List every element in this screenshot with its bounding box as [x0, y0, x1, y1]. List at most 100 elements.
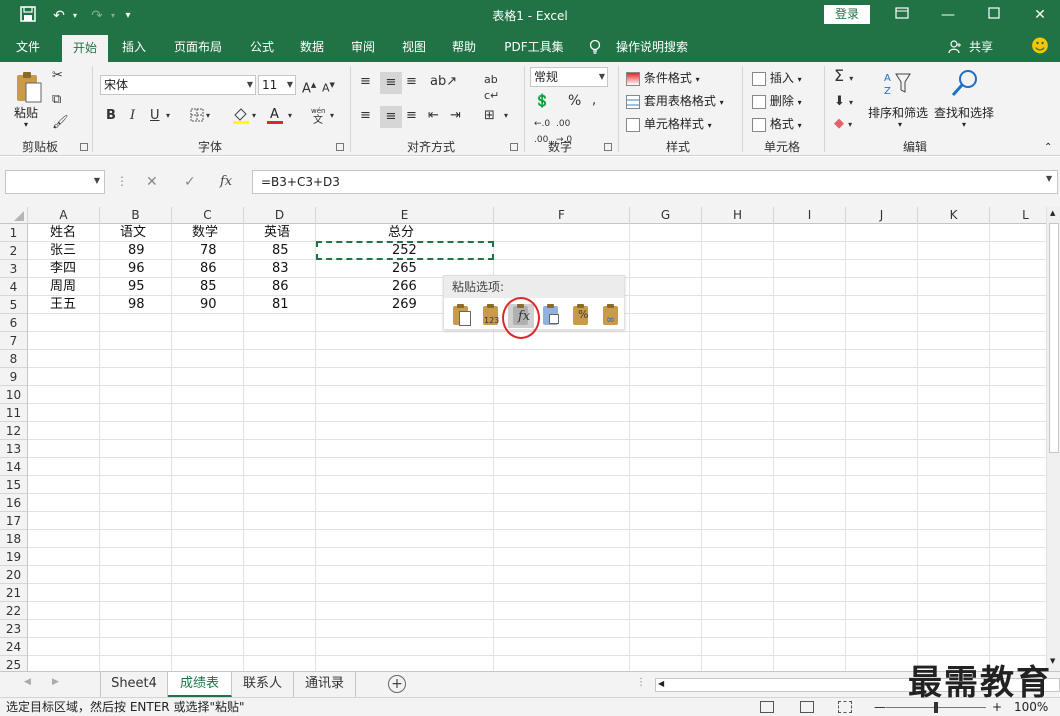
row-header[interactable]: 8	[0, 350, 28, 368]
page-break-view-icon[interactable]	[838, 701, 852, 713]
row-header[interactable]: 22	[0, 602, 28, 620]
underline-button[interactable]: U	[150, 108, 160, 124]
font-color-icon[interactable]: A	[266, 106, 284, 129]
column-header-k[interactable]: K	[918, 207, 990, 224]
sort-dropdown-icon[interactable]: ▾	[898, 120, 902, 129]
phonetic-icon[interactable]: wén 文	[310, 106, 326, 129]
cell-c3[interactable]: 86	[200, 260, 217, 278]
align-center-icon[interactable]: ≡	[380, 106, 402, 128]
number-launcher-icon[interactable]	[604, 143, 612, 151]
row-header[interactable]: 16	[0, 494, 28, 512]
column-header-l[interactable]: L	[990, 207, 1046, 224]
cell-c1[interactable]: 数学	[192, 224, 218, 242]
paste-button[interactable]: 粘贴	[14, 104, 38, 121]
cell-a2[interactable]: 张三	[50, 242, 76, 260]
row-header[interactable]: 23	[0, 620, 28, 638]
paste-option-link-icon[interactable]: ∞	[598, 304, 624, 328]
font-color-dropdown-icon[interactable]: ▾	[288, 108, 292, 124]
row-header[interactable]: 1	[0, 224, 28, 242]
scroll-up-icon[interactable]: ▲	[1050, 209, 1055, 217]
row-header[interactable]: 11	[0, 404, 28, 422]
tab-data[interactable]: 数据	[292, 32, 332, 62]
row-header[interactable]: 5	[0, 296, 28, 314]
cell-e4[interactable]: 266	[392, 278, 417, 296]
row-header[interactable]: 19	[0, 548, 28, 566]
fill-color-icon[interactable]	[232, 106, 250, 129]
paste-icon[interactable]	[14, 70, 44, 104]
tab-home[interactable]: 开始	[62, 35, 108, 62]
format-painter-icon[interactable]: 🖌	[52, 115, 69, 131]
decrease-font-icon[interactable]: A▼	[322, 77, 335, 97]
name-box[interactable]: ▼	[5, 170, 105, 194]
ribbon-display-icon[interactable]	[888, 4, 916, 26]
clear-icon[interactable]: ◆ ▾	[834, 116, 852, 133]
row-header[interactable]: 3	[0, 260, 28, 278]
cell-b3[interactable]: 96	[128, 260, 145, 278]
font-size-combo[interactable]: 11 ▼	[258, 75, 296, 95]
cell-a4[interactable]: 周周	[50, 278, 76, 296]
row-header[interactable]: 6	[0, 314, 28, 332]
row-header[interactable]: 25	[0, 656, 28, 671]
bold-button[interactable]: B	[106, 108, 116, 124]
autosum-icon[interactable]: Σ ▾	[834, 68, 853, 87]
smiley-icon[interactable]: ☻	[1030, 32, 1050, 62]
enter-icon[interactable]: ✓	[184, 174, 196, 190]
cell-d2[interactable]: 85	[272, 242, 289, 260]
fill-color-dropdown-icon[interactable]: ▾	[252, 108, 256, 124]
minimize-icon[interactable]: —	[934, 4, 962, 26]
row-header[interactable]: 15	[0, 476, 28, 494]
row-header[interactable]: 20	[0, 566, 28, 584]
align-top-icon[interactable]: ≡	[360, 74, 371, 90]
column-header-e[interactable]: E	[316, 207, 494, 224]
sheet-tab-scores[interactable]: 成绩表	[168, 672, 232, 697]
underline-dropdown-icon[interactable]: ▾	[166, 108, 170, 124]
orientation-icon[interactable]: ab↗	[430, 74, 457, 90]
find-select-button[interactable]: 查找和选择	[934, 104, 994, 121]
share-button[interactable]: 共享	[964, 32, 998, 62]
clipboard-launcher-icon[interactable]	[80, 143, 88, 151]
scroll-thumb[interactable]	[1049, 223, 1059, 453]
increase-indent-icon[interactable]: ⇥	[450, 108, 461, 124]
row-header[interactable]: 10	[0, 386, 28, 404]
normal-view-icon[interactable]	[760, 701, 774, 713]
cell-c4[interactable]: 85	[200, 278, 217, 296]
share-icon[interactable]	[946, 32, 964, 62]
expand-formula-icon[interactable]: ▼	[1046, 174, 1052, 183]
font-name-combo[interactable]: 宋体 ▼	[100, 75, 256, 95]
cell-e1[interactable]: 总分	[388, 224, 414, 242]
column-header-i[interactable]: I	[774, 207, 846, 224]
align-bottom-icon[interactable]: ≡	[406, 74, 417, 90]
borders-dropdown-icon[interactable]: ▾	[206, 108, 210, 124]
cell-a3[interactable]: 李四	[50, 260, 76, 278]
cell-e5[interactable]: 269	[392, 296, 417, 314]
row-header[interactable]: 18	[0, 530, 28, 548]
column-header-a[interactable]: A	[28, 207, 100, 224]
row-header[interactable]: 12	[0, 422, 28, 440]
tab-formulas[interactable]: 公式	[242, 32, 282, 62]
sheet-tab-address-book[interactable]: 通讯录	[294, 672, 356, 697]
row-header[interactable]: 9	[0, 368, 28, 386]
paste-option-values-icon[interactable]: 123	[478, 304, 504, 328]
login-button[interactable]: 登录	[824, 5, 870, 24]
number-format-combo[interactable]: 常规 ▼	[530, 67, 608, 87]
merge-center-icon[interactable]: ⊞	[484, 108, 495, 124]
cell-d5[interactable]: 81	[272, 296, 289, 314]
tab-help[interactable]: 帮助	[444, 32, 484, 62]
cell-b5[interactable]: 98	[128, 296, 145, 314]
row-header[interactable]: 7	[0, 332, 28, 350]
tell-me-search[interactable]: 操作说明搜索	[612, 32, 692, 62]
align-middle-icon[interactable]: ≡	[380, 72, 402, 94]
font-launcher-icon[interactable]	[336, 143, 344, 151]
row-header[interactable]: 24	[0, 638, 28, 656]
scroll-left-icon[interactable]: ◀	[658, 679, 664, 688]
column-header-j[interactable]: J	[846, 207, 918, 224]
paste-option-paste-icon[interactable]	[448, 304, 474, 328]
zoom-out-icon[interactable]: —	[874, 698, 886, 716]
row-header[interactable]: 21	[0, 584, 28, 602]
cell-d1[interactable]: 英语	[264, 224, 290, 242]
copy-icon[interactable]: ⧉	[52, 92, 61, 108]
collapse-ribbon-icon[interactable]: ⌃	[1044, 142, 1052, 153]
borders-icon[interactable]	[190, 108, 204, 127]
percent-style-icon[interactable]: %	[568, 93, 581, 109]
phonetic-dropdown-icon[interactable]: ▾	[330, 108, 334, 124]
